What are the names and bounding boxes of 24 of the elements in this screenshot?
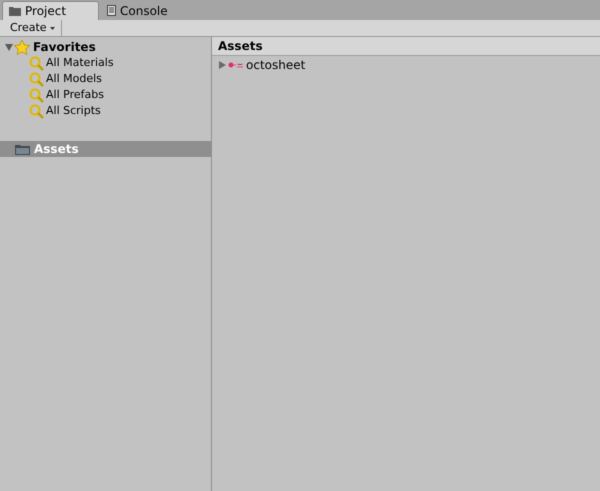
favorite-item[interactable]: All Scripts xyxy=(0,103,211,119)
caret-icon xyxy=(50,26,55,30)
document-icon xyxy=(107,5,116,16)
favorite-item[interactable]: All Models xyxy=(0,71,211,87)
search-icon xyxy=(29,88,44,102)
tab-label: Project xyxy=(25,3,66,20)
favorites-label: Favorites xyxy=(33,39,96,56)
content-header: Assets xyxy=(212,37,600,56)
search-icon xyxy=(29,56,44,70)
tab-label: Console xyxy=(120,2,168,20)
create-button[interactable]: Create xyxy=(4,20,62,36)
favorite-item[interactable]: All Prefabs xyxy=(0,87,211,103)
collapsed-triangle-icon[interactable] xyxy=(218,61,226,69)
tab[interactable]: Console xyxy=(101,1,198,20)
star-icon xyxy=(14,40,30,54)
favorites-row[interactable]: Favorites xyxy=(0,39,211,55)
tab[interactable]: Project xyxy=(2,1,99,20)
asset-item[interactable]: octosheet xyxy=(212,57,600,73)
folder-icon xyxy=(9,6,21,16)
search-icon xyxy=(29,72,44,86)
favorite-item[interactable]: All Materials xyxy=(0,55,211,71)
folder-icon xyxy=(15,144,30,154)
search-icon xyxy=(29,104,44,118)
expanded-triangle-icon[interactable] xyxy=(5,43,13,51)
